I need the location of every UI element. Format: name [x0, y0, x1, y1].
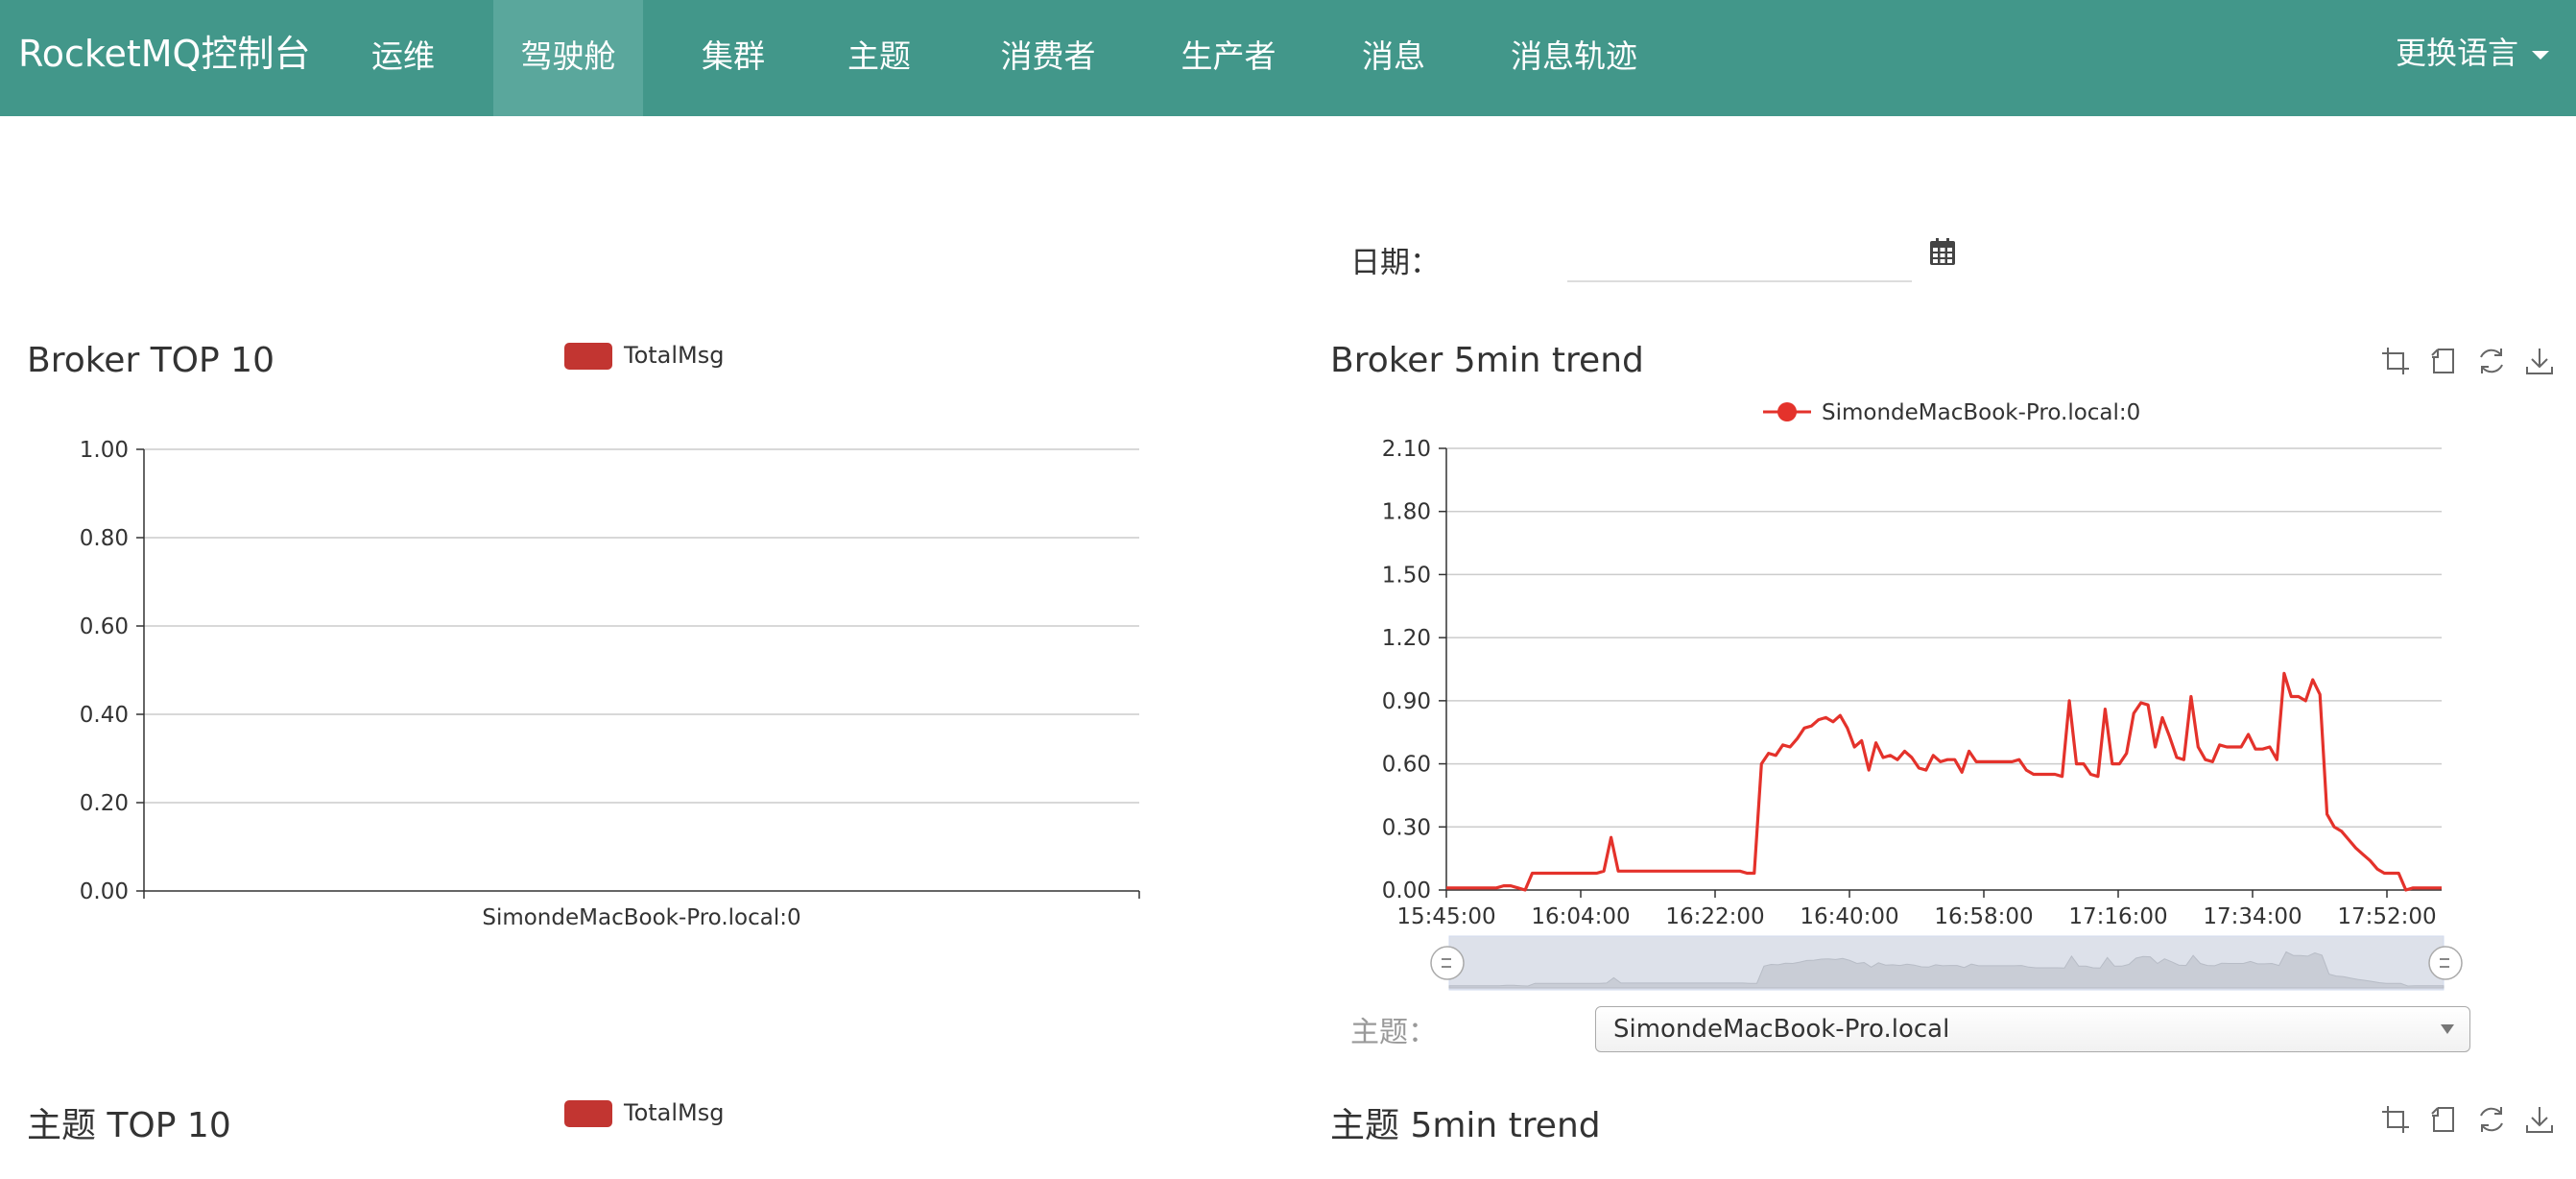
language-dropdown[interactable]: 更换语言 [2396, 0, 2549, 116]
nav-item-ops[interactable]: 运维 [349, 0, 457, 116]
legend-label: TotalMsg [624, 1099, 725, 1126]
nav-item-cluster[interactable]: 集群 [680, 0, 787, 116]
x-tick-label: 17:16:00 [2068, 904, 2167, 929]
nav-item-message[interactable]: 消息 [1340, 0, 1447, 116]
y-tick-label: 1.20 [1382, 626, 1431, 651]
broker-trend-title: Broker 5min trend [1330, 341, 1644, 380]
topic-select-value: SimondeMacBook-Pro.local [1613, 1015, 1950, 1044]
y-tick-label: 0.60 [80, 614, 129, 639]
brand-title[interactable]: RocketMQ控制台 [18, 0, 310, 116]
legend-label: SimondeMacBook-Pro.local:0 [1822, 400, 2140, 425]
nav-item-dashboard[interactable]: 驾驶舱 [493, 0, 643, 116]
save-image-icon[interactable] [2524, 1104, 2555, 1135]
nav-item-producer[interactable]: 生产者 [1159, 0, 1298, 116]
legend-swatch [564, 343, 612, 370]
y-tick-label: 1.00 [80, 438, 129, 463]
broker-top10-title: Broker TOP 10 [27, 341, 274, 380]
y-tick-label: 0.00 [80, 879, 129, 904]
series-line [1446, 671, 2442, 892]
y-tick-label: 2.10 [1382, 437, 1431, 462]
zoom-reset-icon[interactable] [2428, 1104, 2459, 1135]
topic-top10-title: 主题 TOP 10 [27, 1106, 231, 1145]
broker-top10-legend[interactable]: TotalMsg [564, 342, 725, 370]
datazoom-handle-right [2428, 946, 2463, 980]
y-tick-label: 0.60 [1382, 753, 1431, 778]
legend-swatch [564, 1100, 612, 1127]
y-tick-label: 1.50 [1382, 563, 1431, 588]
y-tick-label: 0.20 [80, 791, 129, 816]
nav-item-consumer[interactable]: 消费者 [979, 0, 1117, 116]
topic-select[interactable]: SimondeMacBook-Pro.local [1595, 1006, 2470, 1052]
zoom-reset-icon[interactable] [2428, 346, 2459, 376]
x-tick-label: 15:45:00 [1396, 904, 1495, 929]
save-image-icon[interactable] [2524, 346, 2555, 376]
y-tick-label: 0.40 [80, 703, 129, 728]
top-navbar: RocketMQ控制台 运维 驾驶舱 集群 主题 消费者 生产者 消息 消息轨迹… [0, 0, 2576, 116]
y-tick-label: 0.30 [1382, 815, 1431, 840]
restore-icon[interactable] [2476, 1104, 2507, 1135]
calendar-icon[interactable] [1929, 238, 1956, 265]
nav-item-topic[interactable]: 主题 [825, 0, 933, 116]
x-tick-label: SimondeMacBook-Pro.local:0 [482, 905, 800, 930]
language-label: 更换语言 [2395, 35, 2518, 71]
zoom-icon[interactable] [2380, 346, 2411, 376]
topic-trend-title: 主题 5min trend [1330, 1106, 1601, 1145]
chevron-down-icon [2441, 1024, 2454, 1034]
topic-label: 主题： [1350, 1016, 1437, 1049]
date-input[interactable] [1567, 229, 1912, 282]
y-tick-label: 1.80 [1382, 500, 1431, 525]
nav-item-message-trace[interactable]: 消息轨迹 [1497, 0, 1651, 116]
x-tick-label: 16:58:00 [1934, 904, 2033, 929]
zoom-icon[interactable] [2380, 1104, 2411, 1135]
broker-trend-chart[interactable]: SimondeMacBook-Pro.local:0 0.00 0.30 0.60 0.… [1315, 384, 2576, 999]
legend-label: TotalMsg [624, 342, 725, 369]
y-tick-label: 0.00 [1382, 878, 1431, 903]
broker-top10-chart: 0.00 0.20 0.40 0.60 0.80 1.00 SimondeMacBook-P… [80, 438, 1140, 930]
datazoom-handle-left [1430, 946, 1465, 980]
topic-top10-legend[interactable]: TotalMsg [564, 1099, 725, 1127]
x-tick-label: 17:34:00 [2203, 904, 2302, 929]
x-tick-label: 17:52:00 [2337, 904, 2436, 929]
y-tick-label: 0.90 [1382, 689, 1431, 714]
x-tick-label: 16:40:00 [1800, 904, 1898, 929]
legend-marker [1777, 402, 1797, 421]
date-label: 日期： [1350, 246, 1440, 280]
y-tick-label: 0.80 [80, 526, 129, 551]
x-tick-label: 16:22:00 [1665, 904, 1764, 929]
restore-icon[interactable] [2476, 346, 2507, 376]
caret-down-icon [2532, 50, 2549, 60]
x-tick-label: 16:04:00 [1531, 904, 1630, 929]
